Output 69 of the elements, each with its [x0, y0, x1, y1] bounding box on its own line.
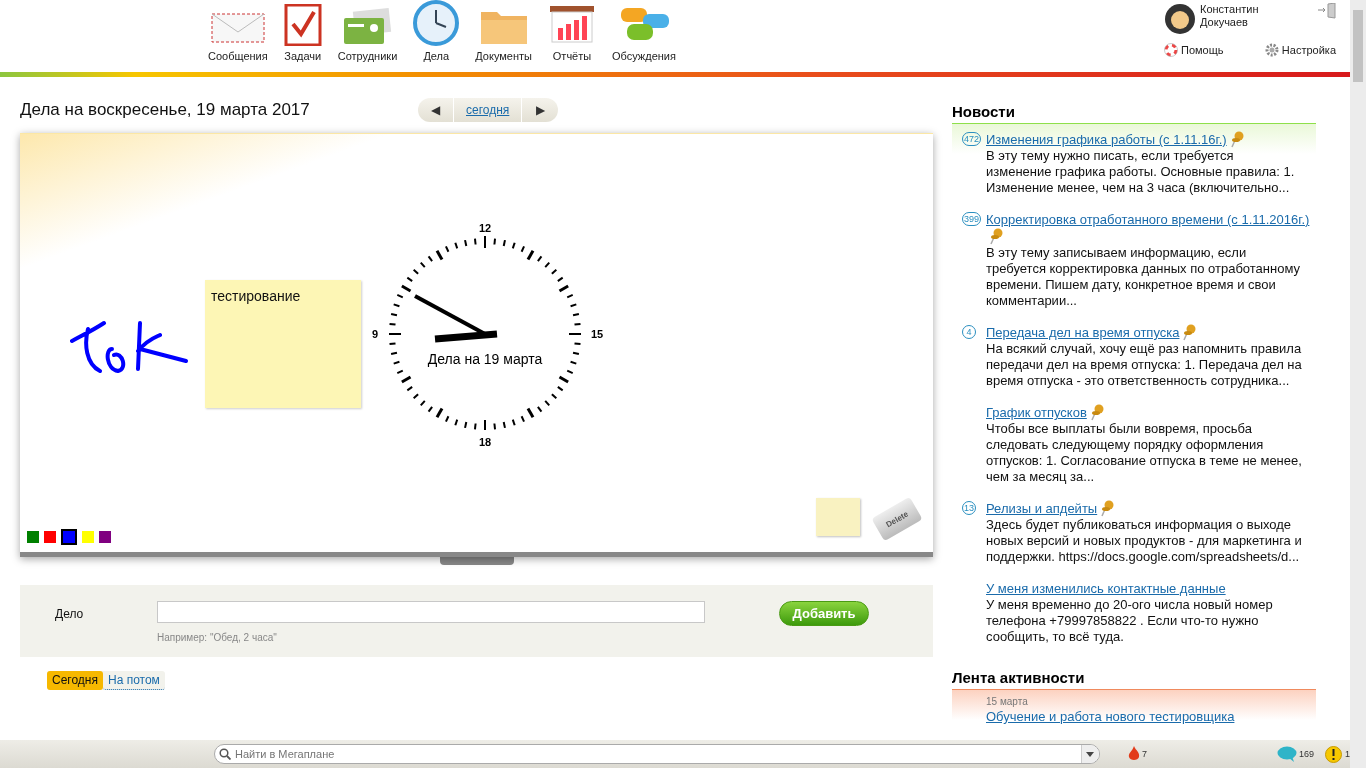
envelope-icon: [209, 10, 266, 46]
new-note-icon[interactable]: [816, 498, 860, 536]
comment-count: 472: [962, 132, 982, 146]
nav-item[interactable]: Задачи: [275, 0, 330, 62]
news-link[interactable]: Передача дел на время отпуска: [986, 325, 1180, 340]
filter-tab[interactable]: Сегодня: [47, 671, 103, 690]
news-link[interactable]: Релизы и апдейты: [986, 501, 1098, 516]
scrollbar[interactable]: [1350, 0, 1366, 768]
checkbox-icon: [283, 4, 322, 46]
logout-icon[interactable]: [1318, 3, 1336, 19]
clock-number: 12: [478, 222, 492, 234]
filter-tab[interactable]: На потом: [103, 671, 165, 690]
news-text: На всякий случай, хочу ещё раз напомнить правила передачи дел на время отпуска: 1. Передача дел на время отпуска - это ответственность сотрудника...: [986, 341, 1303, 389]
pushpin-icon: [1089, 404, 1104, 421]
sticky-note[interactable]: тестирование: [205, 280, 361, 408]
field-label: Дело: [54, 606, 85, 621]
resize-handle[interactable]: [439, 557, 514, 565]
header-link[interactable]: Настройка: [1264, 43, 1336, 57]
field-hint: Например: "Обед, 2 часа": [157, 632, 278, 643]
clock-caption: Дела на 19 марта: [427, 351, 543, 367]
pushpin-icon: [1182, 324, 1197, 341]
comment-count: 399: [962, 212, 982, 226]
clock-icon: [413, 0, 460, 46]
pushpin-icon: [1229, 131, 1244, 148]
day-title: Дела на воскресенье, 19 марта 2017: [20, 100, 311, 120]
previous-day-button[interactable]: ◀: [418, 98, 454, 122]
activity-date: 15 марта: [986, 696, 1029, 707]
news-link[interactable]: График отпусков: [986, 405, 1087, 420]
color-swatch[interactable]: [61, 529, 77, 545]
clock-number: 9: [371, 328, 379, 340]
notification-counter[interactable]: 169: [1276, 745, 1314, 763]
search-field[interactable]: Найти в Мегаплане: [214, 744, 1100, 764]
color-swatch[interactable]: [27, 531, 39, 543]
clock-number: 18: [478, 436, 492, 448]
color-swatch[interactable]: [99, 531, 111, 543]
header-link[interactable]: Помощь: [1164, 43, 1224, 57]
news-link[interactable]: Корректировка отработанного времени (с 1.11.2016г.): [986, 212, 1310, 227]
nav-item[interactable]: Сообщения: [200, 0, 276, 62]
nav-item[interactable]: Сотрудники: [329, 0, 406, 62]
news-link[interactable]: У меня изменились контактные данные: [986, 581, 1226, 596]
input-field[interactable]: [157, 601, 705, 623]
clock-number: 15: [590, 328, 604, 340]
news-text: Чтобы все выплаты были вовремя, просьба следовать следующему порядку оформления отпусков: 1. Согласование отпуска в теме не менее, чем за месяц за...: [986, 421, 1303, 485]
notification-counter[interactable]: 1: [1324, 745, 1350, 763]
notification-counter[interactable]: 7: [1127, 746, 1147, 762]
warning-icon: [1324, 745, 1343, 763]
news-text: В эту тему записываем информацию, если требуется корректировка данных по отработанному времени. Пишем дату, конкретное время и свои комментарии...: [986, 245, 1301, 309]
news-text: Здесь будет публиковаться информация о выходе новых версий и новых продуктов - для маркетинга и поддержки. https://docs.google.com/spreadsheets/d...: [986, 517, 1303, 565]
nav-item[interactable]: Дела: [405, 0, 468, 62]
news-text: У меня временно до 20-ого числа новый номер телефона +79997858822 . Если что-то нужно сообщить, то всё туда.: [986, 597, 1274, 645]
next-day-button[interactable]: ▶: [522, 98, 559, 122]
activity-link[interactable]: Обучение и работа нового тестировщика: [986, 709, 1316, 724]
today-link[interactable]: сегодня: [454, 98, 523, 122]
avatar-icon: [1164, 3, 1196, 35]
pushpin-icon: [1100, 500, 1115, 517]
news-link[interactable]: Изменения графика работы (с 1.11.16г.): [986, 132, 1227, 147]
speech-bubble-icon: [1276, 745, 1297, 763]
caret-icon: [1086, 751, 1095, 757]
nav-item[interactable]: Отчёты: [540, 0, 604, 62]
news-text: В эту тему нужно писать, если требуется изменение графика работы. Основные правила: 1. Изменение менее, чем на 3 часа (включительно...: [986, 148, 1296, 196]
pushpin-icon: [989, 228, 1003, 245]
user-name: Константин Докучаев: [1200, 3, 1260, 29]
gear-icon: [1264, 43, 1279, 57]
nav-item[interactable]: Обсуждения: [604, 0, 684, 62]
bar-chart-icon: [548, 4, 596, 46]
lifebuoy-icon: [1164, 43, 1178, 57]
nav-item[interactable]: Документы: [467, 0, 540, 62]
color-swatch[interactable]: [44, 531, 56, 543]
color-swatch[interactable]: [82, 531, 94, 543]
